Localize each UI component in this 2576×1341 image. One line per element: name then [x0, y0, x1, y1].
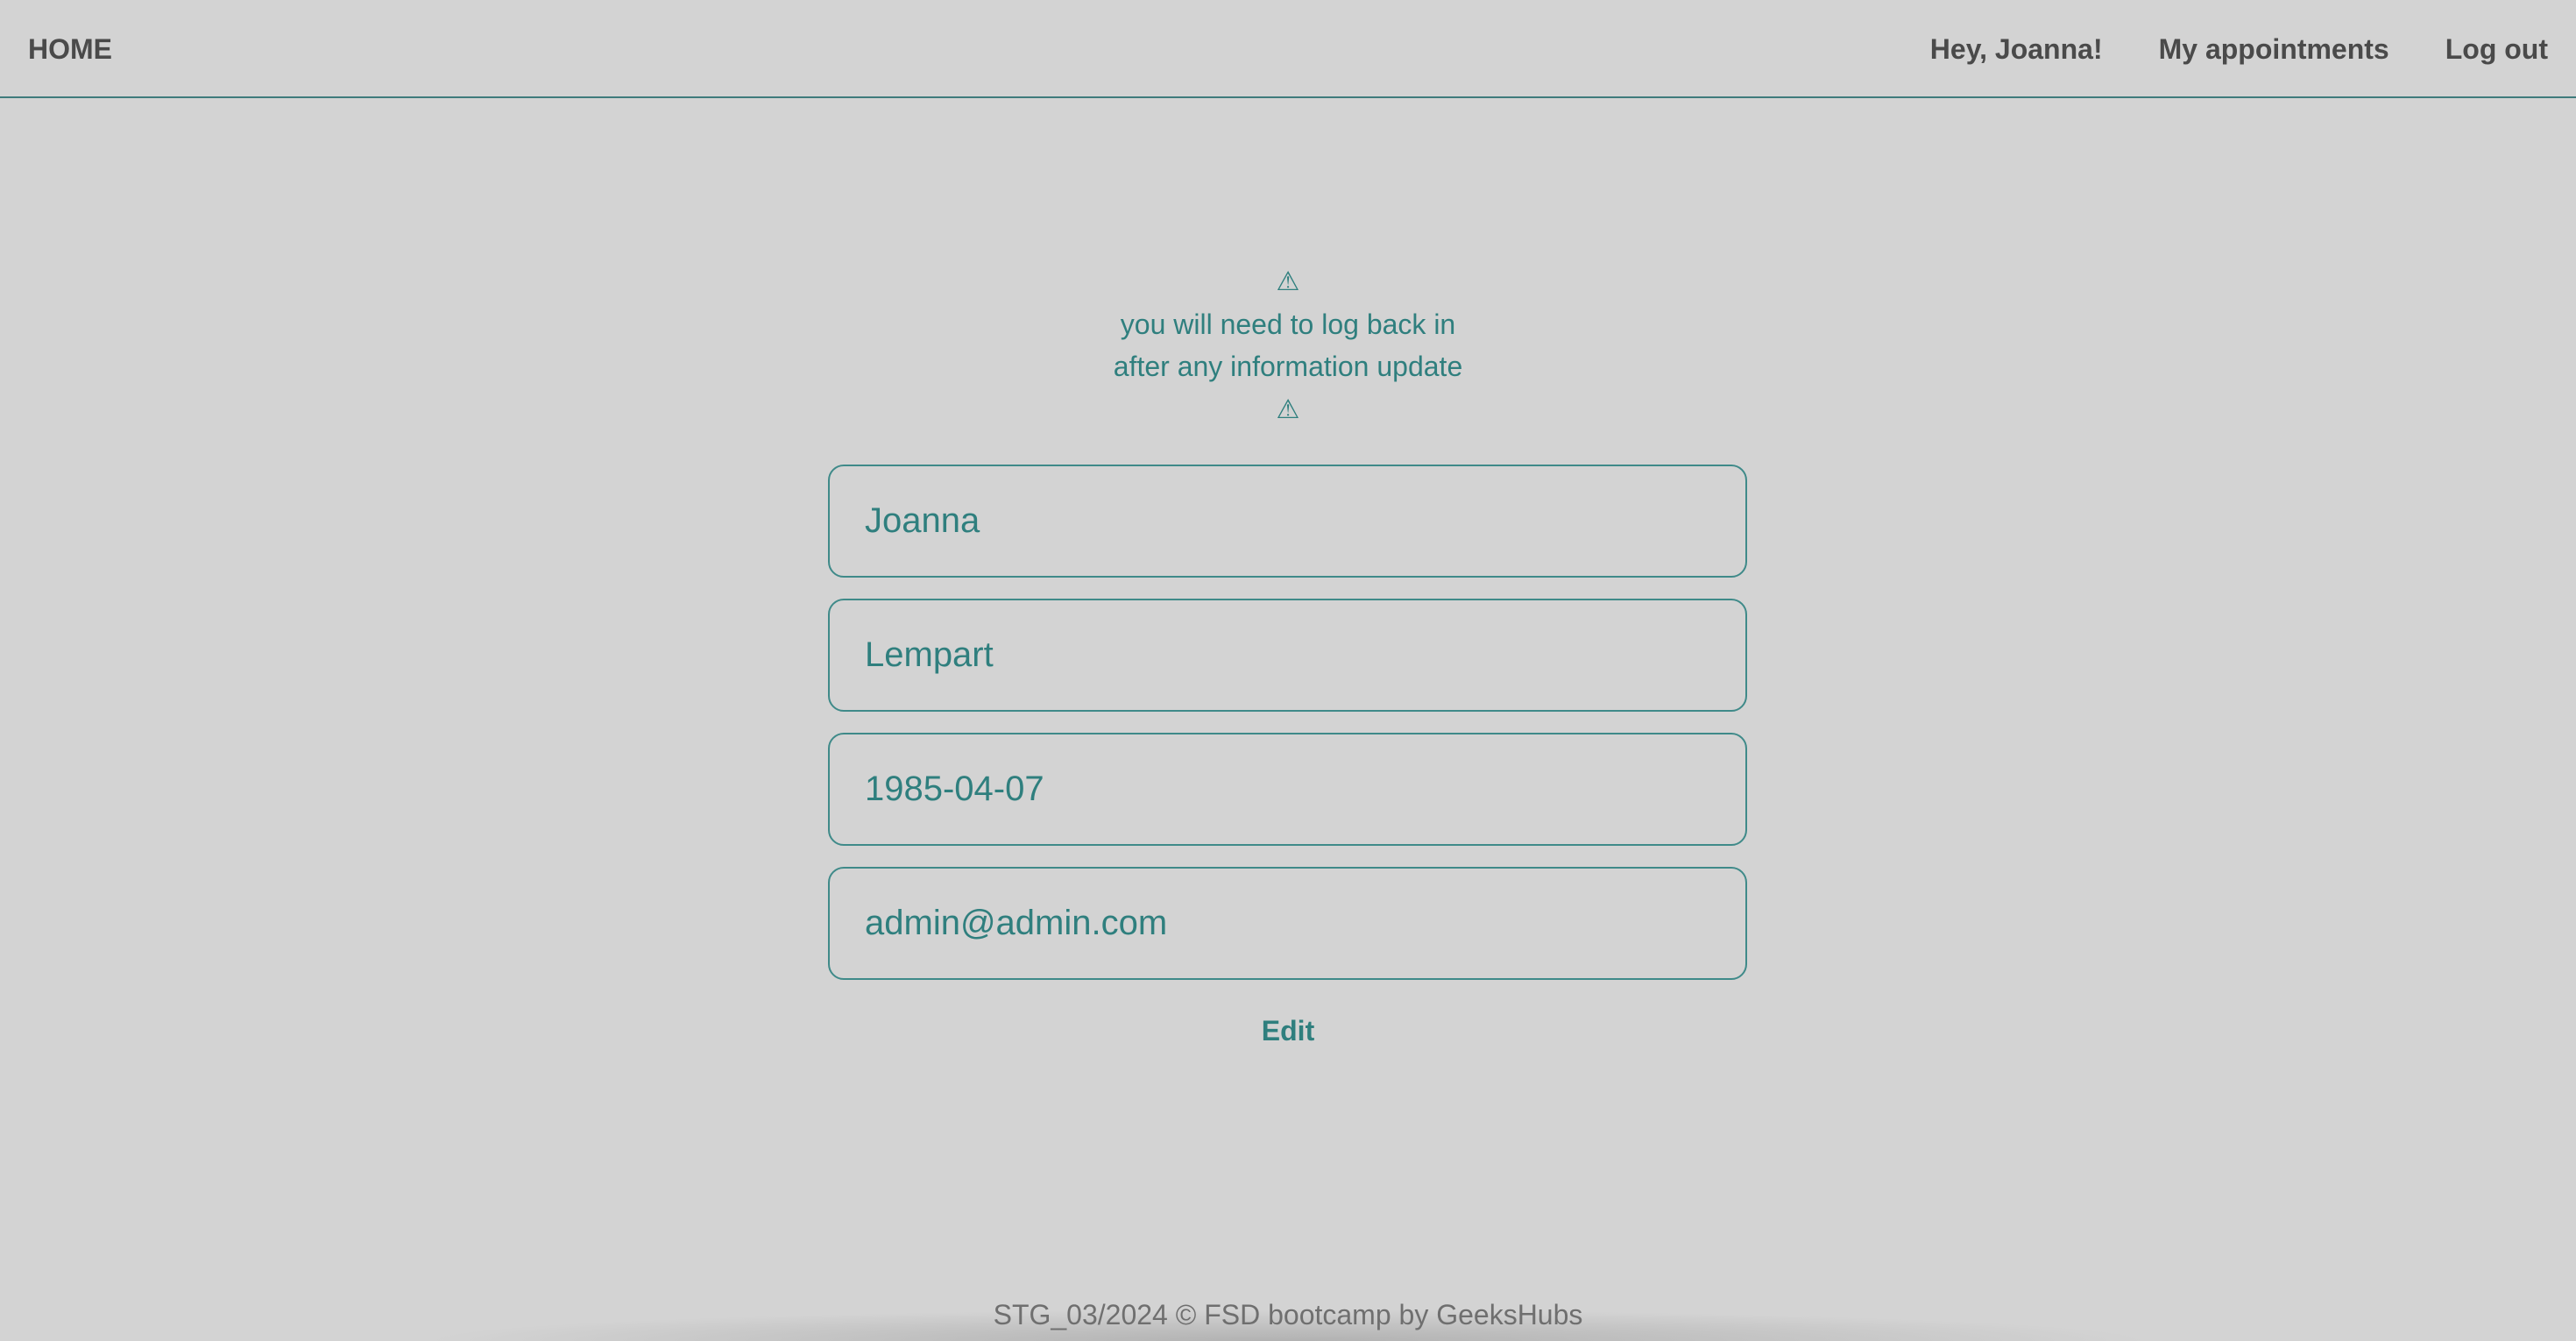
warning-icon: ⚠ [1276, 267, 1300, 296]
navbar: HOME Hey, Joanna! My appointments Log ou… [0, 0, 2576, 98]
footer: STG_03/2024 © FSD bootcamp by GeeksHubs [0, 1288, 2576, 1341]
profile-form [828, 465, 1747, 1001]
warning-line-2: after any information update [1113, 351, 1463, 382]
birth-date-input[interactable] [828, 733, 1747, 846]
update-warning: ⚠ you will need to log back in after any… [0, 259, 2576, 431]
nav-appointments-link[interactable]: My appointments [2159, 0, 2389, 98]
first-name-input[interactable] [828, 465, 1747, 578]
email-input[interactable] [828, 867, 1747, 980]
nav-right-group: Hey, Joanna! My appointments Log out [1930, 0, 2548, 98]
warning-line-1: you will need to log back in [1120, 309, 1456, 340]
footer-text: STG_03/2024 © FSD bootcamp by GeeksHubs [993, 1299, 1583, 1330]
nav-greeting-link[interactable]: Hey, Joanna! [1930, 0, 2103, 98]
nav-home-link[interactable]: HOME [28, 0, 112, 98]
last-name-input[interactable] [828, 599, 1747, 712]
edit-button[interactable]: Edit [0, 1015, 2576, 1047]
warning-icon: ⚠ [1276, 395, 1300, 424]
profile-page: HOME Hey, Joanna! My appointments Log ou… [0, 0, 2576, 1341]
nav-logout-link[interactable]: Log out [2445, 0, 2548, 98]
